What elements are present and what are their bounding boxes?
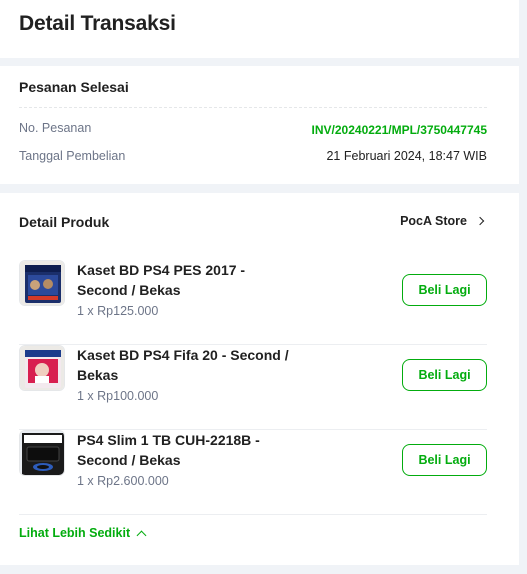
product-item[interactable]: Kaset BD PS4 PES 2017 - Second / Bekas 1… (19, 260, 487, 345)
product-thumbnail (19, 345, 65, 391)
scrollbar[interactable] (519, 0, 527, 574)
product-thumbnail (19, 430, 65, 476)
product-price: 1 x Rp100.000 (77, 389, 159, 403)
purchase-date-label: Tanggal Pembelian (19, 149, 126, 163)
product-name[interactable]: PS4 Slim 1 TB CUH-2218B - Second / Bekas (77, 430, 297, 470)
order-status: Pesanan Selesai (19, 79, 129, 95)
buy-again-button[interactable]: Beli Lagi (402, 359, 487, 391)
store-link[interactable]: PocA Store (400, 214, 485, 228)
product-item[interactable]: Kaset BD PS4 Fifa 20 - Second / Bekas 1 … (19, 345, 487, 430)
order-info-section: Pesanan Selesai No. Pesanan INV/20240221… (0, 66, 519, 184)
chevron-up-icon (136, 530, 147, 540)
console-image (20, 431, 64, 475)
page-title: Detail Transaksi (19, 12, 176, 35)
page-header: Detail Transaksi (0, 0, 519, 58)
purchase-date-value: 21 Februari 2024, 18:47 WIB (326, 149, 487, 163)
game-cover-image (20, 346, 64, 390)
product-price: 1 x Rp2.600.000 (77, 474, 169, 488)
product-name[interactable]: Kaset BD PS4 Fifa 20 - Second / Bekas (77, 345, 297, 385)
product-detail-section: Detail Produk PocA Store Kaset BD PS4 PE… (0, 193, 519, 565)
product-name[interactable]: Kaset BD PS4 PES 2017 - Second / Bekas (77, 260, 297, 300)
show-less-label: Lihat Lebih Sedikit (19, 526, 131, 540)
buy-again-button[interactable]: Beli Lagi (402, 274, 487, 306)
invoice-number-link[interactable]: INV/20240221/MPL/3750447745 (312, 123, 487, 137)
invoice-label: No. Pesanan (19, 121, 92, 135)
dashed-divider (19, 107, 487, 108)
show-less-toggle[interactable]: Lihat Lebih Sedikit (19, 526, 147, 540)
chevron-right-icon (475, 216, 485, 226)
store-name: PocA Store (400, 214, 467, 228)
buy-again-button[interactable]: Beli Lagi (402, 444, 487, 476)
product-item[interactable]: PS4 Slim 1 TB CUH-2218B - Second / Bekas… (19, 430, 487, 515)
product-section-title: Detail Produk (19, 214, 110, 230)
product-price: 1 x Rp125.000 (77, 304, 159, 318)
product-thumbnail (19, 260, 65, 306)
game-cover-image (20, 261, 64, 305)
